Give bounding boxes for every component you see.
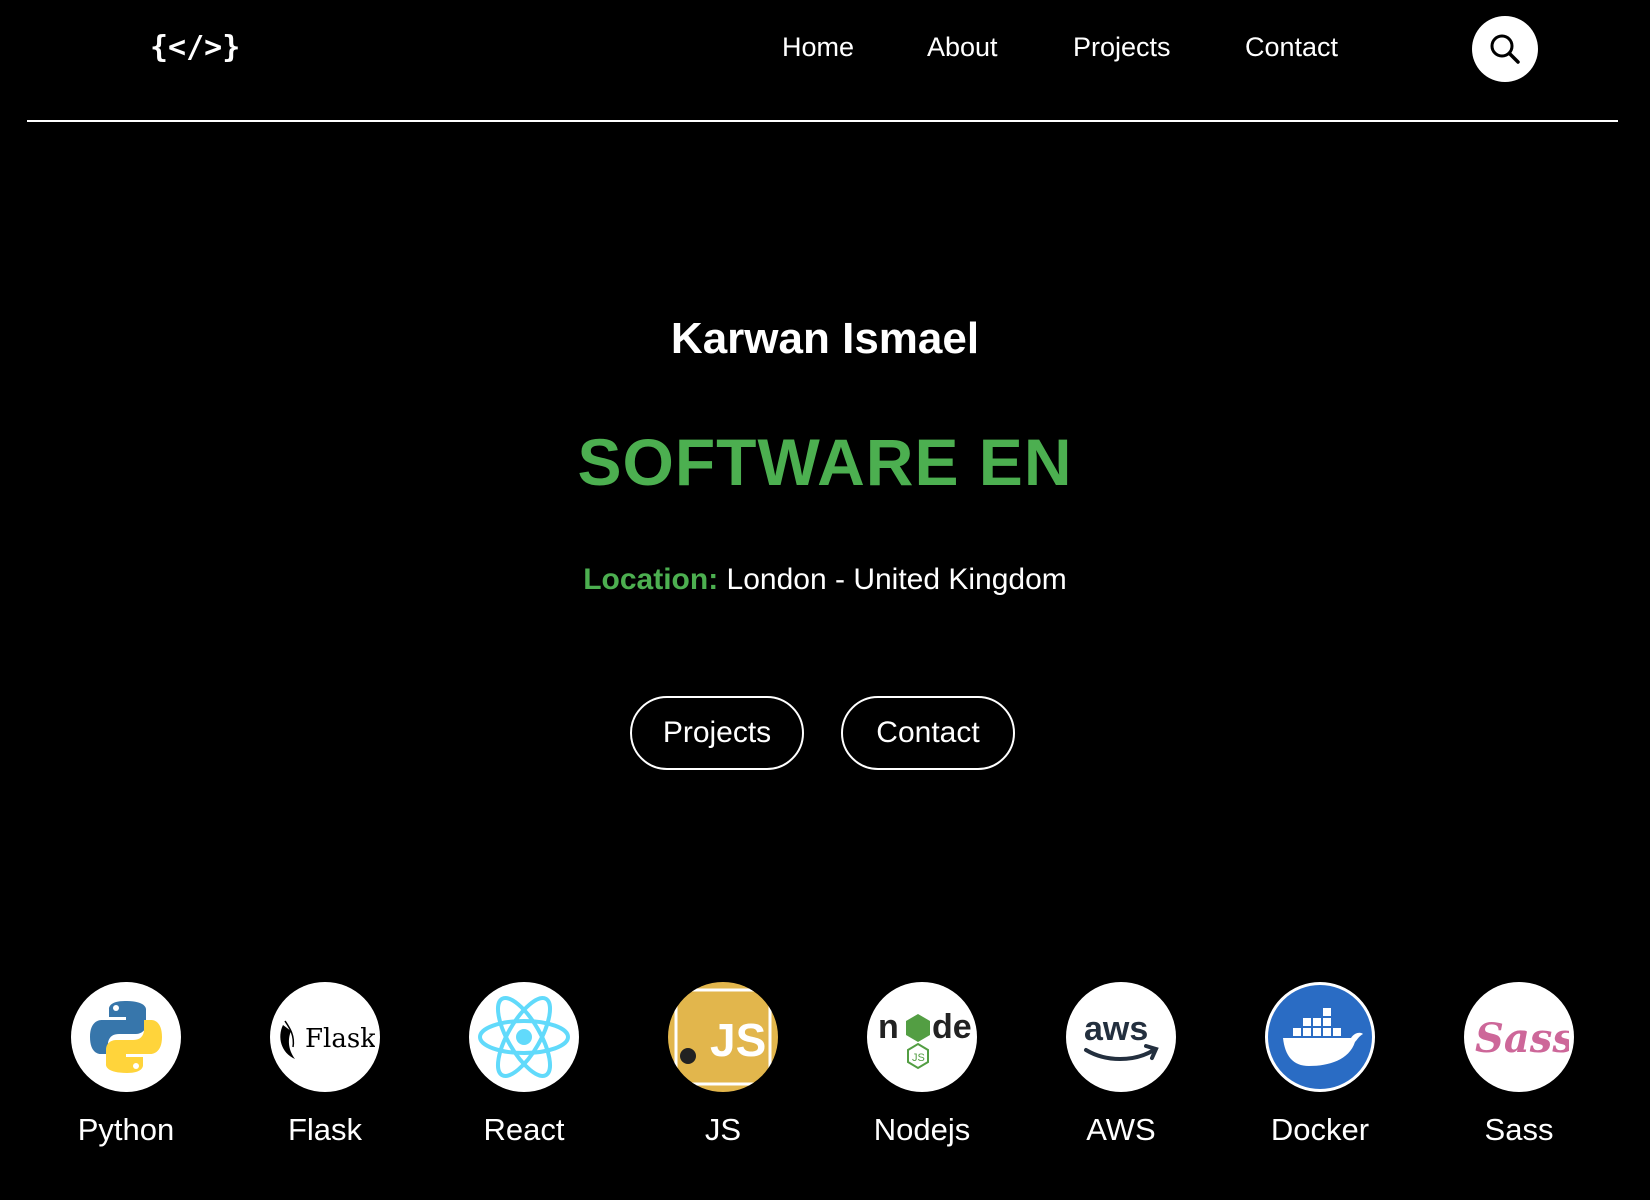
skill-label: React [483, 1112, 565, 1147]
contact-button[interactable]: Contact [841, 696, 1015, 770]
python-icon [90, 1001, 162, 1073]
skills-row: Python Flask Flask React JS JS n de JS N… [0, 982, 1650, 1162]
skill-aws: aws AWS [1041, 982, 1201, 1148]
hero-name: Karwan Ismael [670, 314, 980, 363]
skill-react: React [444, 982, 604, 1148]
projects-button[interactable]: Projects [630, 696, 804, 770]
flask-icon: Flask [280, 1020, 375, 1059]
hero-location: Location: London - United Kingdom [0, 563, 1650, 597]
sass-icon: Sass [1475, 1015, 1569, 1062]
location-value: London - United Kingdom [726, 563, 1067, 596]
aws-icon: aws [1084, 1010, 1159, 1061]
svg-text:Sass: Sass [1475, 1015, 1569, 1062]
search-button[interactable] [1472, 16, 1538, 82]
nav-about-link[interactable]: About [927, 32, 998, 63]
skill-flask: Flask Flask [245, 982, 405, 1148]
search-icon [1490, 34, 1520, 64]
skill-label: AWS [1086, 1112, 1156, 1147]
docker-icon [1283, 1008, 1363, 1066]
hero-buttons: Projects Contact [0, 696, 1650, 774]
skill-nodejs: n de JS Nodejs [842, 982, 1002, 1148]
nodejs-icon: n de JS [878, 1008, 972, 1070]
skill-docker: Docker [1240, 982, 1400, 1148]
react-icon [478, 996, 570, 1078]
skill-label: Nodejs [873, 1112, 971, 1147]
hero-role: SOFTWARE EN [577, 425, 1073, 499]
svg-text:Flask: Flask [305, 1024, 375, 1054]
header-divider [27, 120, 1618, 122]
skill-label: Python [77, 1112, 175, 1147]
nav-home-link[interactable]: Home [782, 32, 854, 63]
skill-js: JS JS [643, 982, 803, 1148]
svg-text:aws: aws [1084, 1010, 1148, 1048]
svg-text:n: n [878, 1008, 899, 1046]
svg-text:de: de [932, 1008, 972, 1046]
location-label: Location: [583, 563, 719, 596]
nav-projects-link[interactable]: Projects [1073, 32, 1171, 63]
skill-python: Python [46, 982, 206, 1148]
main-nav: Home About Projects Contact [0, 32, 1650, 72]
javascript-icon: JS [674, 988, 772, 1086]
nav-contact-link[interactable]: Contact [1245, 32, 1338, 63]
portfolio-page: {</>} Home About Projects Contact Karwan… [0, 0, 1650, 1200]
svg-text:JS: JS [710, 1014, 766, 1066]
svg-text:JS: JS [912, 1052, 925, 1064]
skill-sass: Sass Sass [1439, 982, 1599, 1148]
skill-label: Docker [1270, 1112, 1370, 1147]
skill-label: Flask [287, 1112, 363, 1147]
skill-label: Sass [1484, 1112, 1554, 1147]
skill-label: JS [704, 1112, 742, 1147]
